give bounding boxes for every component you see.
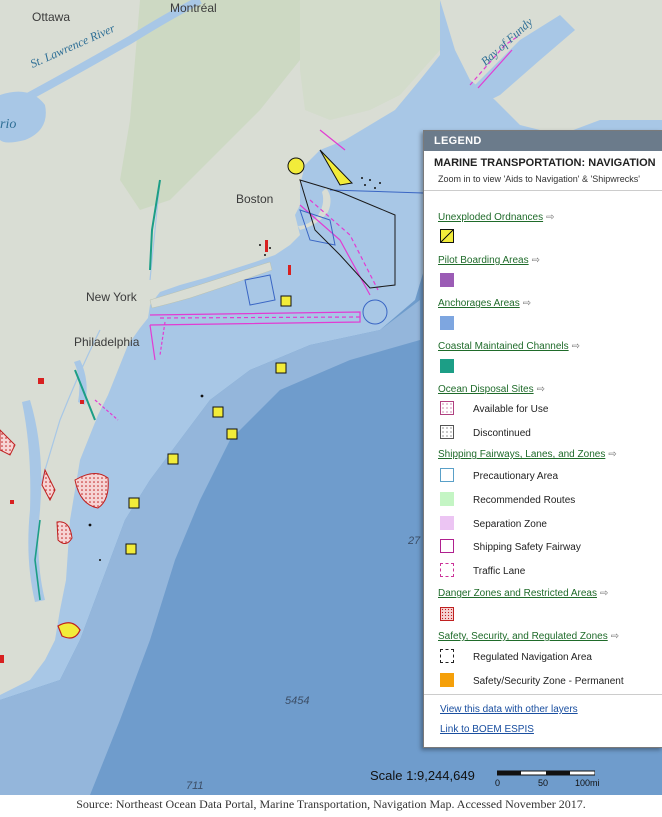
place-label-boston: Boston [236, 192, 274, 206]
pilot-swatch [440, 273, 454, 287]
legend-title: MARINE TRANSPORTATION: NAVIGATION [434, 157, 656, 169]
legend-section-anchorage[interactable]: Anchorages Areas ⇨ [438, 298, 531, 309]
external-link-icon[interactable]: ⇨ [572, 341, 580, 352]
legend-item-regulated: Regulated Navigation Area [473, 652, 592, 663]
place-label-new-york: New York [86, 290, 137, 304]
depth-label: 27 [408, 535, 421, 547]
legend-section-label[interactable]: Safety, Security, and Regulated Zones [438, 631, 608, 642]
legend-section-label[interactable]: Ocean Disposal Sites [438, 384, 534, 395]
external-link-icon[interactable]: ⇨ [546, 212, 554, 223]
scale-tick-50: 50 [538, 778, 549, 788]
legend-section-channels[interactable]: Coastal Maintained Channels ⇨ [438, 341, 580, 352]
scale-label: Scale 1:9,244,649 [370, 768, 475, 783]
scale-tick-0: 0 [495, 778, 501, 788]
legend-item-security-zone: Safety/Security Zone - Permanent [473, 676, 624, 687]
legend-section-safety[interactable]: Safety, Security, and Regulated Zones ⇨ [438, 631, 619, 642]
legend-header[interactable]: LEGEND [424, 131, 662, 151]
legend-item-traffic-lane: Traffic Lane [473, 566, 526, 577]
uxo-swatch [440, 229, 454, 243]
source-caption: Source: Northeast Ocean Data Portal, Mar… [76, 797, 586, 811]
legend-section-label[interactable]: Pilot Boarding Areas [438, 255, 529, 266]
scale-bar [497, 770, 595, 776]
recommended-swatch [440, 492, 454, 506]
disposal-discontinued-swatch [440, 425, 454, 439]
place-label-philadelphia: Philadelphia [74, 335, 140, 349]
external-link-icon[interactable]: ⇨ [523, 298, 531, 309]
traffic-lane-swatch [440, 563, 454, 577]
external-link-icon[interactable]: ⇨ [611, 631, 619, 642]
safety-fairway-swatch [440, 539, 454, 553]
external-link-icon[interactable]: ⇨ [608, 449, 616, 460]
external-link-icon[interactable]: ⇨ [600, 588, 608, 599]
view-other-layers-link[interactable]: View this data with other layers [440, 704, 578, 715]
legend-section-danger[interactable]: Danger Zones and Restricted Areas ⇨ [438, 588, 608, 599]
water-label-ontario: rio [0, 117, 17, 132]
legend-divider [424, 190, 662, 191]
external-link-icon[interactable]: ⇨ [532, 255, 540, 266]
legend-section-label[interactable]: Shipping Fairways, Lanes, and Zones [438, 449, 605, 460]
legend-panel[interactable]: LEGEND MARINE TRANSPORTATION: NAVIGATION… [423, 130, 662, 748]
security-zone-swatch [440, 673, 454, 687]
precautionary-swatch [440, 468, 454, 482]
legend-section-fairways[interactable]: Shipping Fairways, Lanes, and Zones ⇨ [438, 449, 617, 460]
legend-section-label[interactable]: Danger Zones and Restricted Areas [438, 588, 597, 599]
regulated-swatch [440, 649, 454, 663]
disposal-available-swatch [440, 401, 454, 415]
legend-hint: Zoom in to view 'Aids to Navigation' & '… [438, 174, 640, 184]
legend-section-label[interactable]: Anchorages Areas [438, 298, 520, 309]
legend-item-recommended: Recommended Routes [473, 495, 576, 506]
separation-swatch [440, 516, 454, 530]
legend-item-precautionary: Precautionary Area [473, 471, 559, 482]
channels-swatch [440, 359, 454, 373]
boem-espis-link[interactable]: Link to BOEM ESPIS [440, 724, 534, 735]
legend-section-pilot[interactable]: Pilot Boarding Areas ⇨ [438, 255, 540, 266]
legend-section-disposal[interactable]: Ocean Disposal Sites ⇨ [438, 384, 545, 395]
danger-swatch [440, 607, 454, 621]
legend-item-discontinued: Discontinued [473, 428, 531, 439]
legend-divider [424, 694, 662, 695]
legend-section-label[interactable]: Unexploded Ordnances [438, 212, 543, 223]
depth-label: 5454 [285, 695, 310, 707]
anchorage-swatch [440, 316, 454, 330]
legend-section-uxo[interactable]: Unexploded Ordnances ⇨ [438, 212, 554, 223]
legend-item-separation: Separation Zone [473, 519, 547, 530]
legend-item-available: Available for Use [473, 404, 549, 415]
depth-label: 711 [186, 780, 204, 792]
external-link-icon[interactable]: ⇨ [537, 384, 545, 395]
legend-section-label[interactable]: Coastal Maintained Channels [438, 341, 569, 352]
scale-tick-100: 100mi [575, 778, 600, 788]
legend-item-safety-fairway: Shipping Safety Fairway [473, 542, 581, 553]
place-label-ottawa: Ottawa [32, 10, 71, 24]
place-label-montreal: Montréal [170, 1, 217, 15]
